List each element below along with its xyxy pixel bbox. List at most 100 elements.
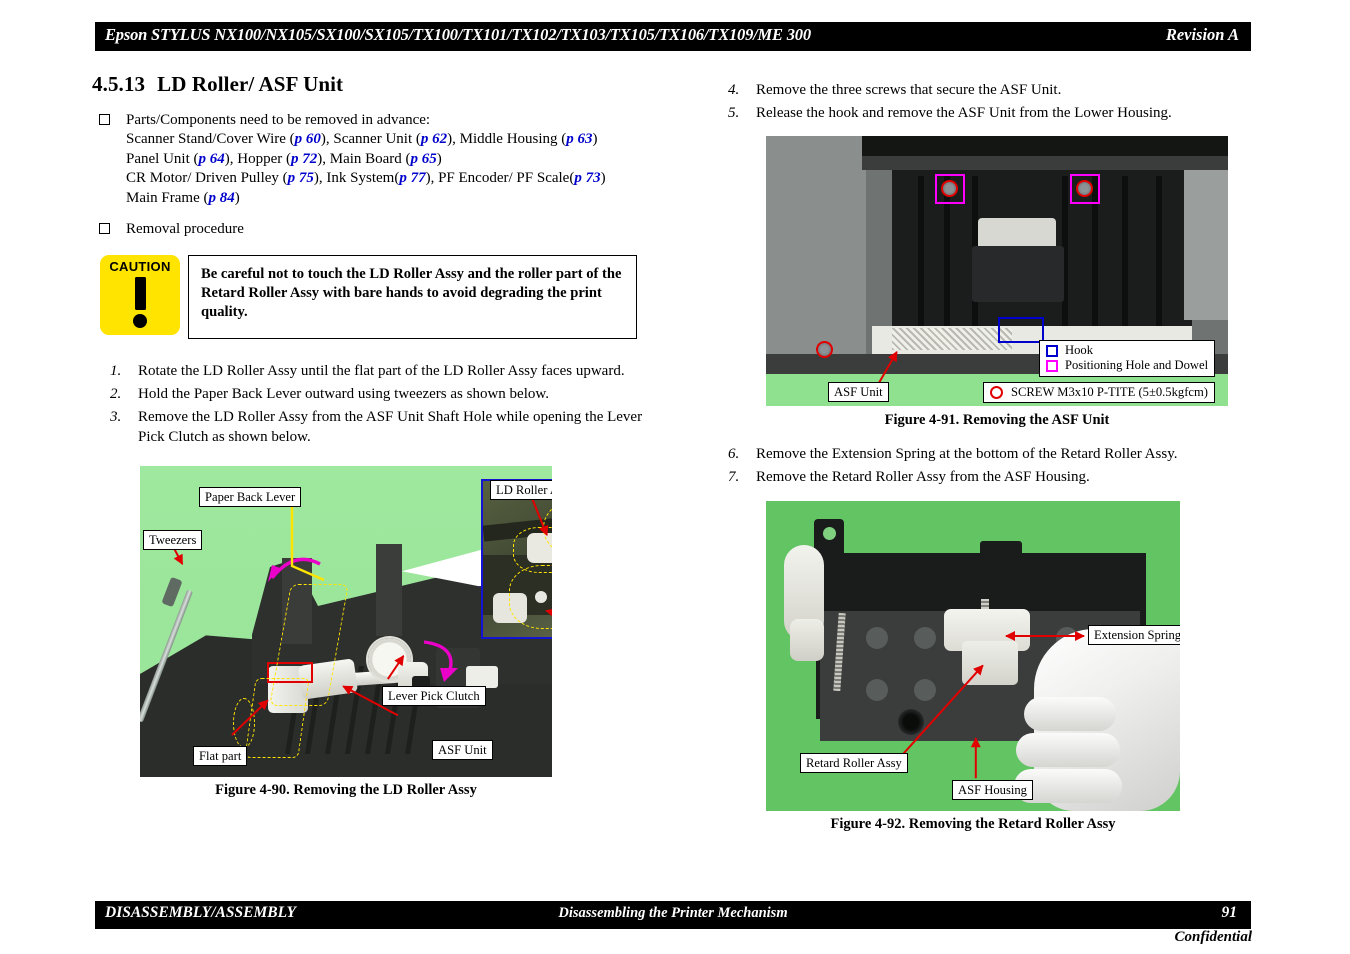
step-number: 3. xyxy=(110,409,122,426)
figure-4-91-caption: Figure 4-91. Removing the ASF Unit xyxy=(884,412,1110,428)
legend-row-hook: Hook xyxy=(1046,343,1208,358)
exclamation-dot-icon xyxy=(133,314,147,329)
legend-screw-label: SCREW M3x10 P-TITE (5±0.5kgfcm) xyxy=(1011,385,1208,399)
step-item: 5. Release the hook and remove the ASF U… xyxy=(710,103,1255,123)
figure-4-91-photo: Hook Positioning Hole and Dowel SCREW M3… xyxy=(766,136,1228,406)
step-item: 4. Remove the three screws that secure t… xyxy=(710,80,1255,100)
label-lever-pick-clutch: Lever Pick Clutch xyxy=(382,686,486,706)
housing-right-shape xyxy=(1184,170,1228,320)
label-retard-roller-assy: Retard Roller Assy xyxy=(800,753,908,773)
step-text: Rotate the LD Roller Assy until the flat… xyxy=(138,363,625,380)
removal-procedure-block: Removal procedure xyxy=(92,220,672,239)
mount-bushing xyxy=(898,709,924,735)
gloved-finger xyxy=(1024,697,1116,731)
page-ref-link[interactable]: p 75 xyxy=(288,170,314,186)
arrow-to-extension-spring xyxy=(1005,630,1085,643)
screw-circle-icon xyxy=(990,386,1003,400)
header-revision: Revision A xyxy=(1165,25,1239,44)
legend-row-screw: SCREW M3x10 P-TITE (5±0.5kgfcm) xyxy=(990,385,1208,400)
page-ref-link[interactable]: p 64 xyxy=(199,151,225,167)
steps-list-right-top: 4. Remove the three screws that secure t… xyxy=(710,80,1255,123)
caution-label: CAUTION xyxy=(109,259,171,275)
step-number: 7. xyxy=(728,469,740,485)
step-item: 6. Remove the Extension Spring at the bo… xyxy=(710,444,1255,464)
page-ref-link[interactable]: p 73 xyxy=(574,170,600,186)
rail-shape xyxy=(862,156,1228,170)
label-asf-unit: ASF Unit xyxy=(828,382,889,402)
manual-page: Epson STYLUS NX100/NX105/SX100/SX105/TX1… xyxy=(0,0,1350,954)
mount-hole xyxy=(823,527,836,540)
prerequisites-heading: Parts/Components need to be removed in a… xyxy=(126,112,431,128)
exclamation-icon xyxy=(134,277,146,311)
confidential-notice: Confidential xyxy=(1174,929,1252,945)
footer-section: Disassembling the Printer Mechanism xyxy=(558,905,788,921)
steps-list-left: 1. Rotate the LD Roller Assy until the f… xyxy=(92,361,672,447)
legend-hook-label: Hook xyxy=(1065,343,1093,357)
page-ref-link[interactable]: p 72 xyxy=(291,151,317,167)
prerequisites-block: Parts/Components need to be removed in a… xyxy=(92,111,672,208)
legend-screw: SCREW M3x10 P-TITE (5±0.5kgfcm) xyxy=(983,382,1215,404)
section-title: LD Roller/ ASF Unit xyxy=(157,72,344,96)
figure-4-92-photo: Extension Spring Retard Roller Assy ASF … xyxy=(766,501,1180,811)
figure-4-90-inset xyxy=(481,479,552,639)
hook-marker xyxy=(998,317,1044,343)
figure-4-90: LD Roller Assy LD Roller Shaft Hole Pape… xyxy=(140,466,552,777)
arrow-to-asf-housing xyxy=(974,738,978,779)
asf-rib xyxy=(918,176,924,326)
legend-row-positioning: Positioning Hole and Dowel xyxy=(1046,358,1208,373)
right-column-lower: 6. Remove the Extension Spring at the bo… xyxy=(710,444,1255,490)
step-number: 5. xyxy=(728,105,740,121)
header-title: Epson STYLUS NX100/NX105/SX100/SX105/TX1… xyxy=(105,25,811,44)
figure-4-90-caption: Figure 4-90. Removing the LD Roller Assy xyxy=(215,782,477,798)
housing-cell xyxy=(866,679,888,701)
label-ld-roller-assy: LD Roller Assy xyxy=(490,480,552,500)
positioning-swatch-icon xyxy=(1046,360,1058,373)
left-column: 4.5.13 LD Roller/ ASF Unit Parts/Componen… xyxy=(92,72,672,450)
figure-4-92: Extension Spring Retard Roller Assy ASF … xyxy=(766,501,1180,811)
label-asf-housing: ASF Housing xyxy=(952,780,1033,800)
page-ref-link[interactable]: p 77 xyxy=(399,170,425,186)
page-ref-link[interactable]: p 84 xyxy=(208,190,234,206)
screw-icon xyxy=(816,341,833,358)
checkbox-square-icon xyxy=(99,114,110,125)
page-ref-link[interactable]: p 65 xyxy=(411,151,437,167)
page-title: 4.5.13 LD Roller/ ASF Unit xyxy=(92,72,672,97)
step-text: Remove the LD Roller Assy from the ASF U… xyxy=(138,409,643,446)
step-text: Remove the Retard Roller Assy from the A… xyxy=(756,469,1090,485)
removal-procedure-heading: Removal procedure xyxy=(126,221,244,238)
tweezers-handle xyxy=(161,576,183,608)
page-ref-link[interactable]: p 63 xyxy=(566,131,592,147)
right-column: 4. Remove the three screws that secure t… xyxy=(710,80,1255,126)
page-header: Epson STYLUS NX100/NX105/SX100/SX105/TX1… xyxy=(95,22,1251,51)
asf-rib xyxy=(1156,176,1162,326)
legend-positioning-label: Positioning Hole and Dowel xyxy=(1065,358,1209,373)
footer-page-number: 91 xyxy=(1221,904,1238,921)
section-number: 4.5.13 xyxy=(92,72,146,96)
label-flat-part: Flat part xyxy=(193,746,248,766)
step-number: 2. xyxy=(110,386,122,403)
figure-4-90-photo: LD Roller Assy LD Roller Shaft Hole Pape… xyxy=(140,466,552,777)
positioning-hole-marker xyxy=(1070,174,1100,204)
asf-rib xyxy=(1122,176,1128,326)
step-item: 3. Remove the LD Roller Assy from the AS… xyxy=(92,407,672,447)
prerequisite-line: Panel Unit (p 64), Hopper (p 72), Main B… xyxy=(126,150,442,167)
housing-left-shape xyxy=(766,136,866,374)
step-number: 4. xyxy=(728,82,740,98)
step-number: 6. xyxy=(728,446,740,462)
page-ref-link[interactable]: p 62 xyxy=(421,131,447,147)
step-item: 2. Hold the Paper Back Lever outward usi… xyxy=(92,384,672,404)
step-text: Release the hook and remove the ASF Unit… xyxy=(756,105,1172,121)
label-extension-spring: Extension Spring xyxy=(1088,625,1180,645)
housing-cell xyxy=(914,679,936,701)
pickup-block-shape xyxy=(972,246,1064,302)
top-bar-shape xyxy=(862,136,1228,158)
page-ref-link[interactable]: p 60 xyxy=(295,131,321,147)
housing-cell xyxy=(866,627,888,649)
caution-text: Be careful not to touch the LD Roller As… xyxy=(201,266,622,321)
caution-textbox: Be careful not to touch the LD Roller As… xyxy=(188,255,637,340)
legend-markers: Hook Positioning Hole and Dowel xyxy=(1039,340,1216,377)
positioning-hole-marker xyxy=(935,174,965,204)
gloved-finger xyxy=(1016,733,1120,767)
page-footer: DISASSEMBLY/ASSEMBLY Disassembling the P… xyxy=(95,901,1251,929)
printer-wall-shape xyxy=(376,544,402,636)
